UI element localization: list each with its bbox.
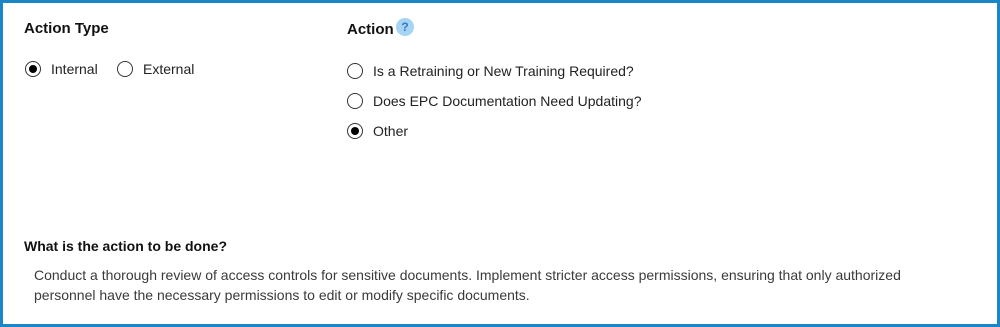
radio-unselected-icon[interactable] [347, 93, 363, 109]
radio-selected-icon[interactable] [347, 123, 363, 139]
radio-label: External [143, 61, 195, 77]
radio-action-type-internal[interactable]: Internal [25, 61, 98, 77]
action-panel: Action Type Internal External Action ? I… [0, 0, 1000, 327]
radio-action-other[interactable]: Other [347, 123, 408, 139]
help-icon[interactable]: ? [396, 18, 414, 36]
radio-action-epc-documentation[interactable]: Does EPC Documentation Need Updating? [347, 93, 642, 109]
radio-label: Does EPC Documentation Need Updating? [373, 93, 642, 109]
radio-unselected-icon[interactable] [347, 63, 363, 79]
radio-unselected-icon[interactable] [117, 61, 133, 77]
radio-selected-icon[interactable] [25, 61, 41, 77]
radio-label: Internal [51, 61, 98, 77]
radio-label: Is a Retraining or New Training Required… [373, 63, 634, 79]
action-answer-text: Conduct a thorough review of access cont… [34, 267, 901, 303]
action-question-label: What is the action to be done? [24, 238, 227, 254]
action-type-title: Action Type [24, 20, 109, 37]
radio-label: Other [373, 123, 409, 139]
radio-action-type-external[interactable]: External [117, 61, 194, 77]
action-title: Action [347, 21, 394, 38]
radio-action-retraining[interactable]: Is a Retraining or New Training Required… [347, 63, 634, 79]
